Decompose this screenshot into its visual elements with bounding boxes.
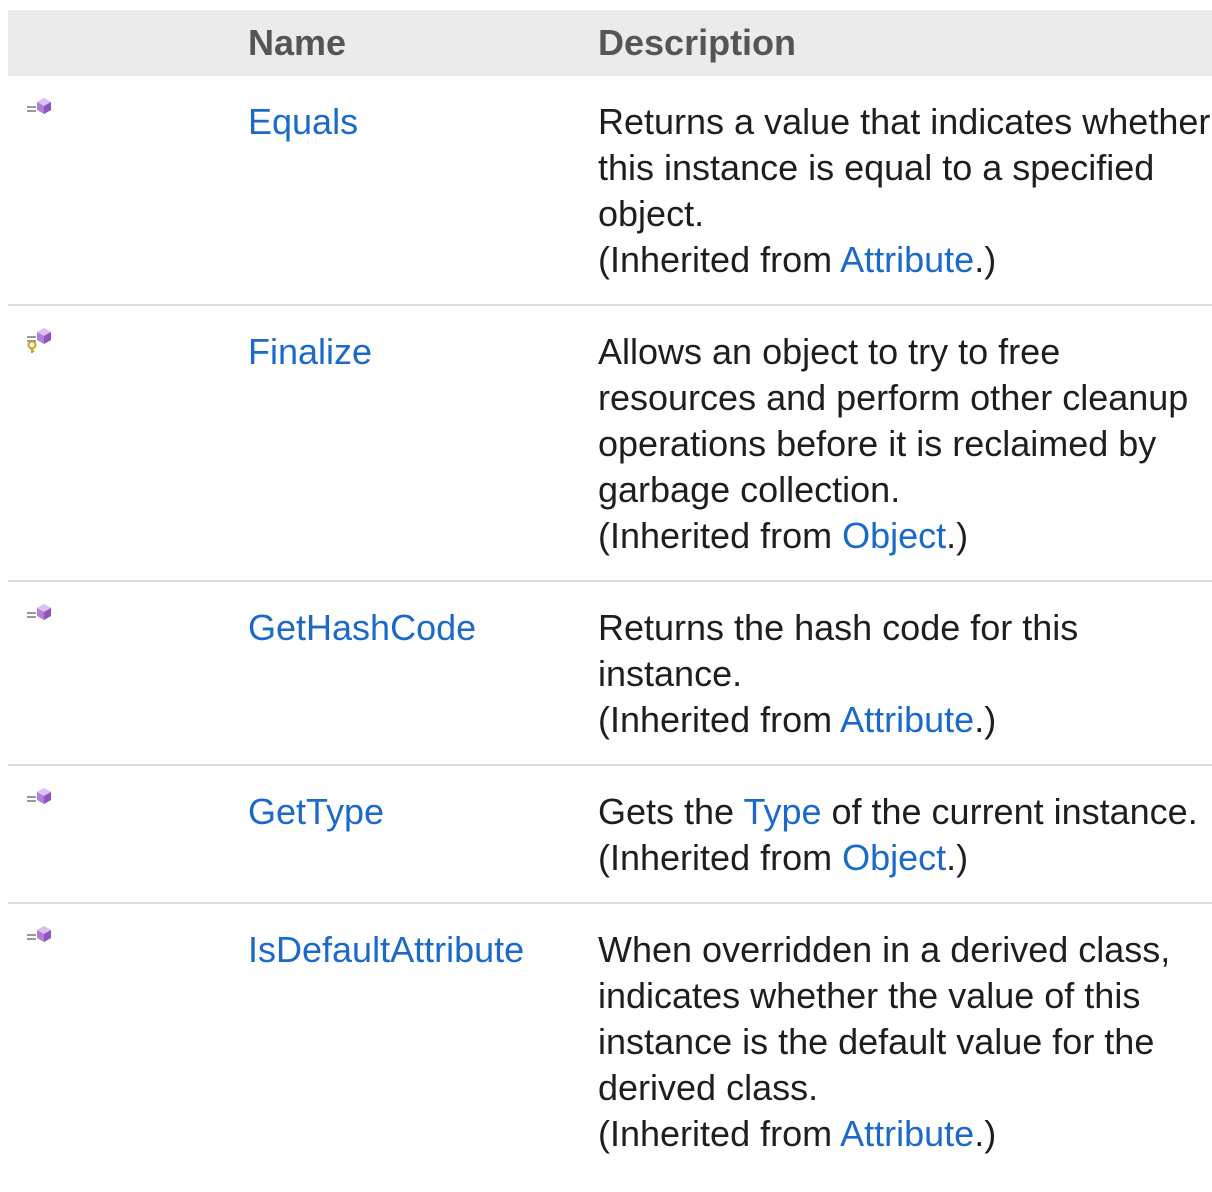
member-name-cell: Finalize: [248, 305, 598, 582]
table-header-row: Name Description: [8, 10, 1212, 76]
member-link-gethashcode[interactable]: GetHashCode: [248, 607, 476, 648]
inherited-prefix: (Inherited from: [598, 699, 841, 740]
member-description: When overridden in a derived class, indi…: [598, 929, 1171, 1108]
inherited-from-link[interactable]: Object: [842, 837, 946, 878]
member-type-cell: [8, 581, 248, 766]
protected-method-icon: [26, 326, 248, 354]
inherited-from-link[interactable]: Object: [842, 515, 946, 556]
inherited-prefix: (Inherited from: [598, 239, 841, 280]
member-link-equals[interactable]: Equals: [248, 101, 358, 142]
table-row: GetHashCode Returns the hash code for th…: [8, 581, 1212, 766]
member-link-isdefaultattribute[interactable]: IsDefaultAttribute: [248, 929, 524, 970]
inherited-from-link[interactable]: Attribute: [840, 699, 974, 740]
inherited-suffix: .): [946, 837, 969, 878]
inherited-suffix: .): [974, 699, 997, 740]
table-row: IsDefaultAttribute When overridden in a …: [8, 903, 1212, 1178]
table-row: Finalize Allows an object to try to free…: [8, 305, 1212, 582]
public-method-icon: [26, 924, 248, 948]
inherited-suffix: .): [974, 239, 997, 280]
member-description: Returns a value that indicates whether t…: [598, 101, 1211, 234]
member-description-cell: Allows an object to try to free resource…: [598, 305, 1212, 582]
public-method-icon: [26, 786, 248, 810]
member-type-cell: [8, 76, 248, 306]
member-link-gettype[interactable]: GetType: [248, 791, 384, 832]
inherited-prefix: (Inherited from: [598, 837, 843, 878]
member-description: Allows an object to try to free resource…: [598, 331, 1189, 510]
inherited-suffix: .): [946, 515, 969, 556]
member-description-cell: Gets the Type of the current instance. (…: [598, 765, 1212, 904]
member-type-cell: [8, 305, 248, 582]
description-after-link: of the current instance.: [821, 791, 1198, 832]
member-description-cell: Returns a value that indicates whether t…: [598, 76, 1212, 306]
inherited-suffix: .): [974, 1113, 997, 1154]
header-name: Name: [248, 10, 598, 76]
header-icon-column: [8, 10, 248, 76]
member-description: Returns the hash code for this instance.: [598, 607, 1079, 694]
methods-table: Name Description Equals Returns a value …: [8, 10, 1212, 1178]
inherited-from-link[interactable]: Attribute: [840, 1113, 974, 1154]
member-name-cell: Equals: [248, 76, 598, 306]
member-name-cell: GetHashCode: [248, 581, 598, 766]
inherited-prefix: (Inherited from: [598, 515, 843, 556]
member-type-cell: [8, 903, 248, 1178]
description-before-link: Gets the: [598, 791, 744, 832]
type-link[interactable]: Type: [743, 791, 821, 832]
member-name-cell: GetType: [248, 765, 598, 904]
public-method-icon: [26, 96, 248, 120]
table-row: Equals Returns a value that indicates wh…: [8, 76, 1212, 306]
member-description-cell: Returns the hash code for this instance.…: [598, 581, 1212, 766]
member-name-cell: IsDefaultAttribute: [248, 903, 598, 1178]
member-link-finalize[interactable]: Finalize: [248, 331, 372, 372]
table-row: GetType Gets the Type of the current ins…: [8, 765, 1212, 904]
public-method-icon: [26, 602, 248, 626]
inherited-prefix: (Inherited from: [598, 1113, 841, 1154]
member-type-cell: [8, 765, 248, 904]
inherited-from-link[interactable]: Attribute: [840, 239, 974, 280]
header-description: Description: [598, 10, 1212, 76]
member-description-cell: When overridden in a derived class, indi…: [598, 903, 1212, 1178]
